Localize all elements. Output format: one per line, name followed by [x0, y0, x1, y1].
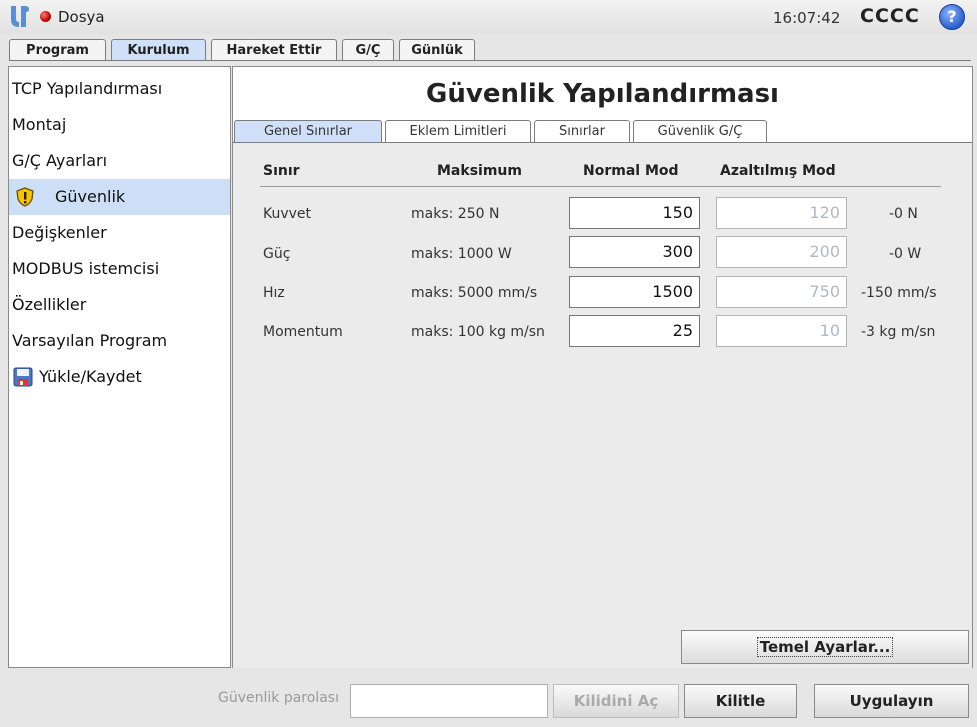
row-max-momentum: maks: 100 kg m/sn — [411, 324, 545, 340]
basic-settings-label: Temel Ayarlar... — [756, 637, 894, 657]
speed-reduced-input: 750 — [716, 276, 847, 308]
sidebar-item-label: Değişkenler — [12, 223, 107, 242]
sidebar-item-label: Montaj — [12, 115, 67, 134]
robot-name: CCCC — [860, 5, 920, 27]
header-divider — [260, 186, 941, 187]
general-limits-panel: Sınır Maksimum Normal Mod Azaltılmış Mod… — [233, 142, 972, 668]
tab-general-limits[interactable]: Genel Sınırlar — [234, 120, 382, 142]
sidebar-item-label: G/Ç Ayarları — [12, 151, 108, 170]
power-reduced-input: 200 — [716, 236, 847, 268]
sidebar-item-label: Varsayılan Program — [12, 331, 168, 350]
warning-shield-icon — [16, 187, 34, 207]
tab-gunluk[interactable]: Günlük — [399, 39, 475, 61]
help-icon[interactable]: ? — [939, 4, 965, 30]
sidebar-item-degiskenler[interactable]: Değişkenler — [9, 215, 230, 251]
row-label-momentum: Momentum — [263, 324, 343, 340]
row-label-speed: Hız — [263, 285, 285, 301]
sidebar-item-load-save[interactable]: Yükle/Kaydet — [9, 359, 230, 395]
header-reduced-mode: Azaltılmış Mod — [720, 163, 836, 179]
speed-normal-input[interactable]: 1500 — [569, 276, 700, 308]
momentum-normal-input[interactable]: 25 — [569, 315, 700, 347]
force-reduced-input: 120 — [716, 197, 847, 229]
clock: 16:07:42 — [773, 9, 841, 27]
unlock-button[interactable]: Kilidini Aç — [553, 684, 679, 718]
tab-program[interactable]: Program — [9, 39, 106, 61]
row-label-force: Kuvvet — [263, 206, 312, 222]
tab-hareket-ettir[interactable]: Hareket Ettir — [211, 39, 337, 61]
apply-button[interactable]: Uygulayın — [814, 684, 969, 718]
lock-button[interactable]: Kilitle — [684, 684, 797, 718]
basic-settings-button[interactable]: Temel Ayarlar... — [681, 630, 969, 664]
tab-boundaries[interactable]: Sınırlar — [534, 120, 630, 142]
password-input[interactable] — [350, 684, 548, 718]
robot-status-indicator — [40, 11, 51, 22]
momentum-reduced-input: 10 — [716, 315, 847, 347]
speed-delta: -150 mm/s — [861, 285, 937, 301]
sidebar-item-label: Özellikler — [12, 295, 87, 314]
sidebar-item-ozellikler[interactable]: Özellikler — [9, 287, 230, 323]
force-normal-input[interactable]: 150 — [569, 197, 700, 229]
momentum-delta: -3 kg m/sn — [861, 324, 936, 340]
header-normal-mode: Normal Mod — [583, 163, 679, 179]
safety-tabs: Genel Sınırlar Eklem Limitleri Sınırlar … — [233, 120, 972, 142]
password-label: Güvenlik parolası — [218, 690, 339, 706]
ur-logo-icon — [11, 6, 29, 27]
force-delta: -0 N — [889, 206, 918, 222]
main-panel: Güvenlik Yapılandırması Genel Sınırlar E… — [232, 66, 973, 668]
tab-gc[interactable]: G/Ç — [342, 39, 394, 61]
sidebar-item-modbus[interactable]: MODBUS istemcisi — [9, 251, 230, 287]
tab-kurulum[interactable]: Kurulum — [111, 39, 206, 61]
row-max-speed: maks: 5000 mm/s — [411, 285, 538, 301]
sidebar-item-label: MODBUS istemcisi — [12, 259, 160, 278]
setup-sidebar: TCP Yapılandırması Montaj G/Ç Ayarları G… — [8, 66, 231, 668]
power-normal-input[interactable]: 300 — [569, 236, 700, 268]
power-delta: -0 W — [889, 246, 922, 262]
file-menu[interactable]: Dosya — [58, 8, 105, 26]
sidebar-item-label: Güvenlik — [55, 187, 126, 206]
title-bar: Dosya 16:07:42 CCCC ? — [0, 0, 977, 34]
tab-joint-limits[interactable]: Eklem Limitleri — [385, 120, 531, 142]
sidebar-item-guvenlik[interactable]: Güvenlik — [9, 179, 230, 215]
sidebar-item-tcp[interactable]: TCP Yapılandırması — [9, 71, 230, 107]
sidebar-item-label: TCP Yapılandırması — [12, 79, 163, 98]
row-label-power: Güç — [263, 246, 291, 262]
sidebar-item-montaj[interactable]: Montaj — [9, 107, 230, 143]
header-limit: Sınır — [263, 163, 300, 179]
row-max-power: maks: 1000 W — [411, 246, 512, 262]
sidebar-item-default-program[interactable]: Varsayılan Program — [9, 323, 230, 359]
tab-divider — [9, 60, 971, 61]
tab-safety-io[interactable]: Güvenlik G/Ç — [633, 120, 767, 142]
header-max: Maksimum — [437, 163, 522, 179]
sidebar-item-io-settings[interactable]: G/Ç Ayarları — [9, 143, 230, 179]
sidebar-item-label: Yükle/Kaydet — [39, 367, 142, 386]
row-max-force: maks: 250 N — [411, 206, 500, 222]
page-title: Güvenlik Yapılandırması — [426, 79, 779, 109]
floppy-disk-icon — [13, 367, 33, 387]
